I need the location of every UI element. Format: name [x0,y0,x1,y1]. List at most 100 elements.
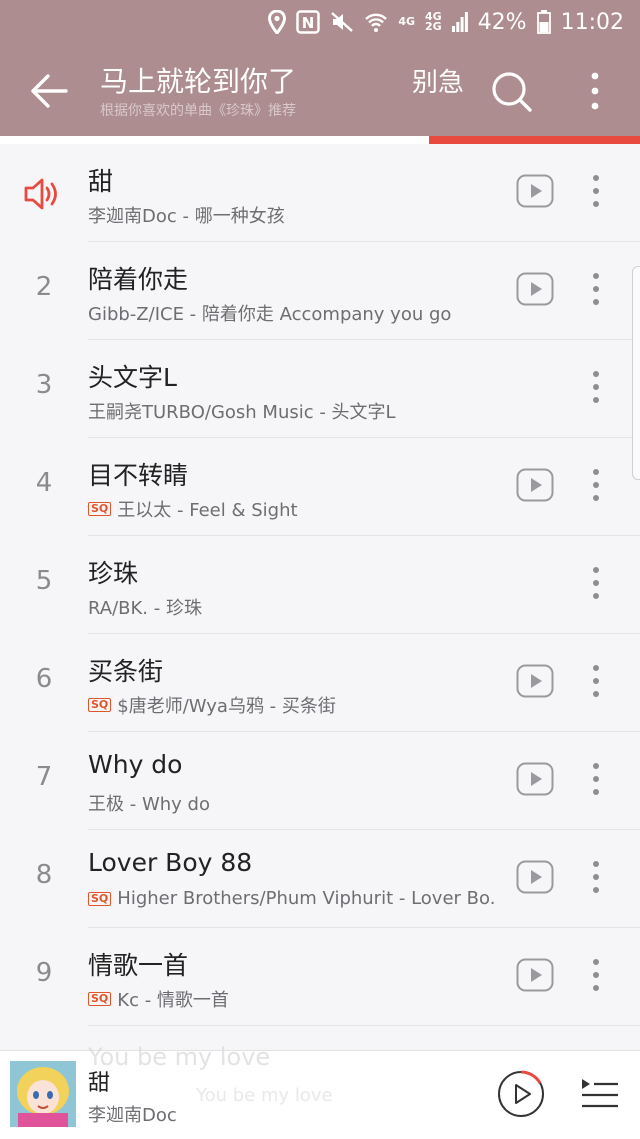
song-more-button[interactable] [584,368,608,406]
mv-button[interactable] [516,762,554,796]
mv-button[interactable] [516,174,554,208]
battery-icon [536,10,551,34]
now-playing-artist: 李迦南Doc [88,1105,177,1126]
song-artist-album: Higher Brothers/Phum Viphurit - Lover Bo… [117,888,494,909]
playback-progress-fill [428,136,640,144]
sq-badge: SQ [88,891,112,906]
song-title: 目不转睛 [88,461,189,490]
scrollbar[interactable] [632,266,640,480]
song-row[interactable]: 甜李迦南Doc - 哪一种女孩 [0,144,640,242]
back-arrow-icon [31,74,68,108]
song-artist-album: RA/BK. - 珍珠 [88,598,202,619]
song-artist-album: 李迦南Doc - 哪一种女孩 [88,206,285,227]
mv-button[interactable] [516,860,554,894]
song-row[interactable]: 8 Lover Boy 88 SQ Higher Brothers/Phum Viph… [0,830,640,928]
song-title: 甜 [88,167,114,196]
search-button[interactable] [488,68,534,114]
song-title: 陪着你走 [88,265,189,294]
song-meta: SQ Kc - 情歌一首 [88,986,494,1012]
sq-badge: SQ [88,992,112,1006]
mv-play-icon [516,272,554,306]
page-title: 马上就轮到你了 [100,65,297,98]
more-vertical-icon [593,959,599,991]
song-meta: RA/BK. - 珍珠 [88,594,494,620]
song-more-button[interactable] [584,760,608,798]
mv-button[interactable] [516,664,554,698]
song-more-button[interactable] [584,662,608,700]
mv-button[interactable] [516,958,554,992]
page-subtitle: 根据你喜欢的单曲《珍珠》推荐 [100,103,296,119]
sq-badge: SQ [88,698,112,712]
song-title: 情歌一首 [88,951,189,980]
song-row[interactable]: 9 情歌一首 SQ Kc - 情歌一首 [0,928,640,1026]
mv-play-icon [516,664,554,698]
network-4g-label: 4G [398,15,415,28]
song-row[interactable]: 4 目不转睛 SQ 王以太 - Feel & Sight [0,438,640,536]
song-more-button[interactable] [584,466,608,504]
song-title: Lover Boy 88 [88,848,253,877]
song-meta: 王嗣尧TURBO/Gosh Music - 头文字L [88,398,494,424]
more-vertical-icon [593,567,599,599]
song-more-button[interactable] [584,270,608,308]
more-vertical-icon [593,469,599,501]
song-row[interactable]: 6 买条街 SQ $唐老师/Wya乌鸦 - 买条街 [0,634,640,732]
now-playing-title: 甜 [88,1071,111,1096]
song-artist-album: Gibb-Z/ICE - 陪着你走 Accompany you go [88,304,452,325]
song-title: 买条街 [88,657,164,686]
song-row[interactable]: 2 陪着你走 Gibb-Z/ICE - 陪着你走 Accompany you go [0,242,640,340]
song-more-button[interactable] [584,172,608,210]
track-number: 8 [35,860,53,890]
mv-play-icon [516,174,554,208]
back-button[interactable] [28,70,70,112]
more-vertical-icon [593,665,599,697]
play-pause-button[interactable] [496,1069,546,1119]
mv-play-icon [516,860,554,894]
song-artist-album: Kc - 情歌一首 [117,990,229,1011]
song-more-button[interactable] [584,564,608,602]
track-number: 9 [35,958,53,988]
song-more-button[interactable] [584,956,608,994]
song-meta: SQ $唐老师/Wya乌鸦 - 买条街 [88,692,494,718]
song-row[interactable]: 5 珍珠 RA/BK. - 珍珠 [0,536,640,634]
mv-play-icon [516,958,554,992]
song-title: 珍珠 [88,559,139,588]
song-meta: Gibb-Z/ICE - 陪着你走 Accompany you go [88,300,494,326]
location-icon [268,10,287,34]
more-options-button[interactable] [580,68,610,114]
svg-text:N: N [302,14,315,32]
more-vertical-icon [593,763,599,795]
song-title: 头文字L [88,363,177,392]
song-artist-album: $唐老师/Wya乌鸦 - 买条街 [117,696,336,717]
status-bar: N 4G 4G 2G 42% 11:02 [0,0,640,44]
more-vertical-icon [593,371,599,403]
mv-button[interactable] [516,468,554,502]
song-row[interactable]: 3 头文字L 王嗣尧TURBO/Gosh Music - 头文字L [0,340,640,438]
song-meta: 王极 - Why do [88,790,494,816]
wifi-icon [364,10,388,34]
more-vertical-icon [593,273,599,305]
track-number: 5 [35,566,53,596]
speaker-playing-icon [22,174,62,214]
next-song-peek-meta: You be my love [196,1085,333,1106]
track-number: 6 [35,664,53,694]
song-more-button[interactable] [584,858,608,896]
more-vertical-icon [591,72,599,110]
song-row[interactable]: 7 Why do 王极 - Why do [0,732,640,830]
album-cover[interactable] [10,1061,76,1127]
playlist-queue-button[interactable] [580,1073,620,1113]
dual-network-label: 4G 2G [425,10,442,33]
more-vertical-icon [593,861,599,893]
song-artist-album: 王以太 - Feel & Sight [117,500,298,521]
search-icon [492,72,532,112]
song-artist-album: 王嗣尧TURBO/Gosh Music - 头文字L [88,402,396,423]
mini-player[interactable]: You be my love You be my love 甜 李迦南Doc [0,1043,640,1139]
mv-play-icon [516,762,554,796]
song-list: 甜李迦南Doc - 哪一种女孩 2 陪着你走 Gibb-Z/ICE - 陪着你走 Ac… [0,144,640,1026]
mv-button[interactable] [516,272,554,306]
next-title: 别急 [412,68,465,98]
nfc-icon: N [296,10,321,34]
app-header: 马上就轮到你了 根据你喜欢的单曲《珍珠》推荐 别急 [0,44,640,136]
song-title: Why do [88,750,183,779]
row-divider [88,1025,640,1026]
song-meta: 李迦南Doc - 哪一种女孩 [88,202,494,228]
